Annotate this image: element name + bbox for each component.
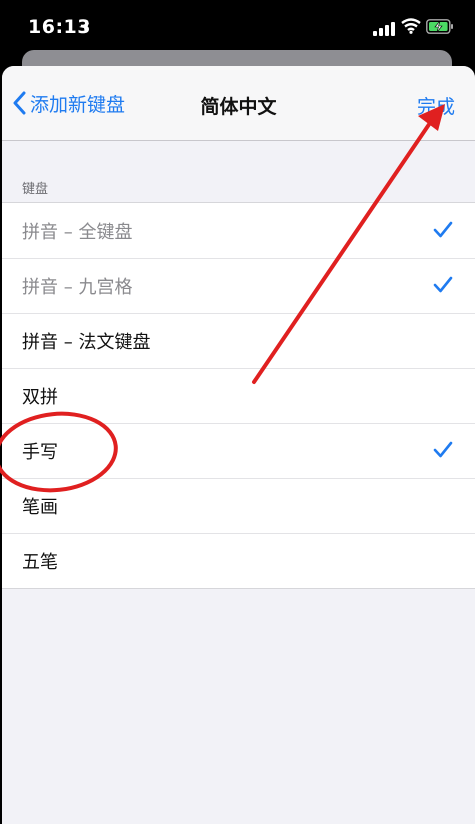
keyboard-option-label: 笔画 — [22, 496, 58, 518]
keyboard-option[interactable]: 拼音 – 九宫格 — [2, 258, 475, 313]
keyboard-option-label: 拼音 – 法文键盘 — [22, 331, 151, 353]
keyboard-option[interactable]: 拼音 – 全键盘 — [2, 203, 475, 258]
checkmark-icon — [433, 221, 453, 238]
keyboard-option[interactable]: 手写 — [2, 423, 475, 478]
page-title: 简体中文 — [200, 96, 277, 118]
keyboard-option-label: 拼音 – 全键盘 — [22, 221, 133, 243]
battery-charging-icon — [426, 19, 454, 38]
checkmark-icon — [433, 441, 453, 458]
signal-icon — [373, 21, 395, 40]
location-arrow-icon — [78, 19, 90, 38]
keyboard-option[interactable]: 五笔 — [2, 533, 475, 588]
wifi-icon — [401, 18, 421, 38]
keyboard-option[interactable]: 拼音 – 法文键盘 — [2, 313, 475, 368]
keyboard-option-label: 五笔 — [22, 551, 58, 573]
keyboard-option[interactable]: 笔画 — [2, 478, 475, 533]
keyboard-option[interactable]: 双拼 — [2, 368, 475, 423]
nav-bar: 添加新键盘 简体中文 完成 — [2, 66, 475, 141]
keyboard-option-label: 手写 — [22, 441, 58, 463]
done-button[interactable]: 完成 — [417, 92, 455, 119]
keyboard-option-label: 双拼 — [22, 386, 58, 408]
keyboard-list: 拼音 – 全键盘 拼音 – 九宫格 拼音 – 法文键盘 双拼手写笔画五笔 — [2, 202, 475, 589]
section-header: 键盘 — [22, 182, 49, 197]
keyboard-option-label: 拼音 – 九宫格 — [22, 276, 133, 298]
checkmark-icon — [433, 276, 453, 293]
keyboard-sheet: 添加新键盘 简体中文 完成 键盘 拼音 – 全键盘 拼音 – 九宫格 拼音 – 法文… — [2, 66, 475, 824]
